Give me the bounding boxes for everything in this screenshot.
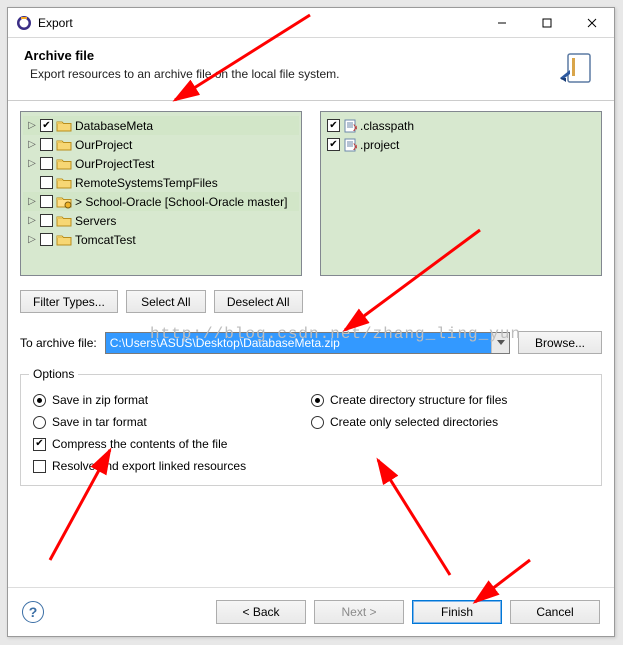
svg-text:x: x bbox=[353, 139, 357, 152]
maximize-button[interactable] bbox=[524, 8, 569, 37]
folder-icon bbox=[56, 157, 72, 171]
checkbox-icon[interactable] bbox=[40, 157, 53, 170]
close-button[interactable] bbox=[569, 8, 614, 37]
radio-icon bbox=[33, 394, 46, 407]
option-dir-struct[interactable]: Create directory structure for files bbox=[311, 393, 589, 407]
deselect-all-button[interactable]: Deselect All bbox=[214, 290, 303, 313]
banner: Archive file Export resources to an arch… bbox=[8, 38, 614, 101]
tree-label: > School-Oracle [School-Oracle master] bbox=[75, 195, 287, 209]
tree-label: DatabaseMeta bbox=[75, 119, 153, 133]
tree-row[interactable]: ▷ DatabaseMeta bbox=[23, 116, 299, 135]
tree-label: OurProject bbox=[75, 138, 132, 152]
tree-label: OurProjectTest bbox=[75, 157, 154, 171]
folder-icon bbox=[56, 214, 72, 228]
options-group: Options Save in zip format Save in tar f… bbox=[20, 374, 602, 486]
svg-text:x: x bbox=[353, 120, 357, 133]
finish-button[interactable]: Finish bbox=[412, 600, 502, 624]
checkbox-icon[interactable] bbox=[40, 233, 53, 246]
radio-icon bbox=[311, 394, 324, 407]
checkbox-icon[interactable] bbox=[40, 176, 53, 189]
tree-row[interactable]: ▷ > School-Oracle [School-Oracle master] bbox=[23, 192, 299, 211]
select-all-button[interactable]: Select All bbox=[126, 290, 206, 313]
file-icon: x bbox=[343, 119, 357, 133]
expand-icon[interactable]: ▷ bbox=[27, 234, 37, 245]
radio-icon bbox=[33, 416, 46, 429]
body: ▷ DatabaseMeta ▷ OurProject ▷ OurProjectTest R… bbox=[8, 101, 614, 587]
folder-icon bbox=[56, 233, 72, 247]
folder-icon bbox=[56, 195, 72, 209]
expand-icon[interactable]: ▷ bbox=[27, 139, 37, 150]
option-tar[interactable]: Save in tar format bbox=[33, 415, 311, 429]
checkbox-icon bbox=[33, 438, 46, 451]
option-zip[interactable]: Save in zip format bbox=[33, 393, 311, 407]
checkbox-icon[interactable] bbox=[40, 214, 53, 227]
filter-types-button[interactable]: Filter Types... bbox=[20, 290, 118, 313]
browse-button[interactable]: Browse... bbox=[518, 331, 602, 354]
cancel-button[interactable]: Cancel bbox=[510, 600, 600, 624]
tree-buttons: Filter Types... Select All Deselect All bbox=[20, 290, 602, 313]
file-row[interactable]: x.project bbox=[323, 135, 599, 154]
expand-icon[interactable]: ▷ bbox=[27, 215, 37, 226]
tree-row[interactable]: ▷ TomcatTest bbox=[23, 230, 299, 249]
chevron-down-icon[interactable] bbox=[491, 333, 509, 353]
file-label: .project bbox=[360, 138, 399, 152]
options-title: Options bbox=[29, 367, 78, 381]
archive-path-combo[interactable] bbox=[105, 332, 510, 354]
checkbox-icon[interactable] bbox=[40, 195, 53, 208]
tree-label: RemoteSystemsTempFiles bbox=[75, 176, 218, 190]
option-label: Create only selected directories bbox=[330, 415, 498, 429]
file-row[interactable]: x.classpath bbox=[323, 116, 599, 135]
back-button[interactable]: < Back bbox=[216, 600, 306, 624]
next-button: Next > bbox=[314, 600, 404, 624]
footer: ? < Back Next > Finish Cancel bbox=[8, 587, 614, 636]
folder-icon bbox=[56, 138, 72, 152]
file-label: .classpath bbox=[360, 119, 414, 133]
checkbox-icon bbox=[33, 460, 46, 473]
resource-lists: ▷ DatabaseMeta ▷ OurProject ▷ OurProjectTest R… bbox=[20, 111, 602, 276]
checkbox-icon[interactable] bbox=[40, 138, 53, 151]
option-label: Compress the contents of the file bbox=[52, 437, 227, 451]
tree-row[interactable]: RemoteSystemsTempFiles bbox=[23, 173, 299, 192]
file-icon: x bbox=[343, 138, 357, 152]
minimize-button[interactable] bbox=[479, 8, 524, 37]
option-label: Create directory structure for files bbox=[330, 393, 507, 407]
tree-row[interactable]: ▷ OurProject bbox=[23, 135, 299, 154]
file-list[interactable]: x.classpathx.project bbox=[320, 111, 602, 276]
tree-row[interactable]: ▷ OurProjectTest bbox=[23, 154, 299, 173]
app-icon bbox=[16, 15, 32, 31]
expand-icon[interactable]: ▷ bbox=[27, 120, 37, 131]
export-dialog: Export Archive file Export resources to … bbox=[7, 7, 615, 637]
expand-icon[interactable]: ▷ bbox=[27, 158, 37, 169]
option-resolve[interactable]: Resolve and export linked resources bbox=[33, 459, 311, 473]
archive-path-label: To archive file: bbox=[20, 336, 97, 350]
tree-label: TomcatTest bbox=[75, 233, 136, 247]
tree-row[interactable]: ▷ Servers bbox=[23, 211, 299, 230]
titlebar: Export bbox=[8, 8, 614, 38]
window-title: Export bbox=[38, 16, 479, 30]
option-label: Resolve and export linked resources bbox=[52, 459, 246, 473]
checkbox-icon[interactable] bbox=[327, 119, 340, 132]
option-label: Save in tar format bbox=[52, 415, 147, 429]
checkbox-icon[interactable] bbox=[40, 119, 53, 132]
tree-label: Servers bbox=[75, 214, 116, 228]
expand-icon[interactable]: ▷ bbox=[27, 196, 37, 207]
export-archive-icon bbox=[558, 48, 598, 88]
archive-path-input[interactable] bbox=[105, 332, 510, 354]
option-compress[interactable]: Compress the contents of the file bbox=[33, 437, 311, 451]
archive-path-row: To archive file: Browse... bbox=[20, 331, 602, 354]
radio-icon bbox=[311, 416, 324, 429]
option-label: Save in zip format bbox=[52, 393, 148, 407]
help-button[interactable]: ? bbox=[22, 601, 44, 623]
banner-title: Archive file bbox=[24, 48, 558, 63]
folder-icon bbox=[56, 176, 72, 190]
project-tree[interactable]: ▷ DatabaseMeta ▷ OurProject ▷ OurProjectTest R… bbox=[20, 111, 302, 276]
option-only-selected[interactable]: Create only selected directories bbox=[311, 415, 589, 429]
banner-subtitle: Export resources to an archive file on t… bbox=[24, 67, 558, 81]
folder-icon bbox=[56, 119, 72, 133]
checkbox-icon[interactable] bbox=[327, 138, 340, 151]
